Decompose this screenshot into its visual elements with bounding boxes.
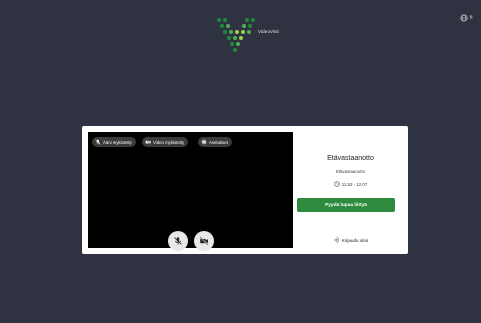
settings-label: Asetukset: [209, 139, 228, 145]
mic-off-icon: [174, 237, 182, 245]
toggle-camera-button[interactable]: [194, 231, 214, 251]
language-selector[interactable]: fi: [460, 14, 473, 22]
room-subtitle: Etävastaanotto: [335, 169, 366, 174]
video-muted-button[interactable]: Video mykistetty: [142, 137, 189, 147]
request-join-button[interactable]: Pyydä lupaa liittyä: [297, 198, 395, 212]
video-off-icon: [199, 236, 209, 246]
clock-icon: [334, 181, 340, 187]
appointment-time-text: 11.52 - 12.07: [341, 181, 368, 187]
globe-icon: [460, 14, 468, 22]
gear-icon: [201, 139, 207, 145]
video-preview: Ääni mykistetty Video mykistetty Asetuks…: [88, 132, 293, 251]
app-root: VideoVisit fi Ääni mykistetty Video myki…: [0, 0, 481, 323]
logo-mark-icon: [217, 18, 255, 52]
language-code: fi: [470, 15, 473, 21]
audio-muted-label: Ääni mykistetty: [103, 139, 132, 145]
room-info-panel: Etävastaanotto Etävastaanotto 11.52 - 12…: [293, 126, 408, 254]
toggle-microphone-button[interactable]: [168, 231, 188, 251]
logout-label: Kirjaudu ulos: [341, 237, 369, 243]
room-title: Etävastaanotto: [327, 155, 374, 162]
video-muted-label: Video mykistetty: [153, 139, 185, 145]
appointment-time: 11.52 - 12.07: [293, 181, 408, 187]
mic-off-icon: [95, 139, 101, 145]
logout-icon: [333, 237, 339, 243]
logo-text: VideoVisit: [258, 29, 279, 34]
waiting-room-card: Ääni mykistetty Video mykistetty Asetuks…: [82, 126, 408, 254]
logout-link[interactable]: Kirjaudu ulos: [293, 237, 408, 243]
videovisit-logo: VideoVisit: [216, 17, 286, 53]
video-off-icon: [145, 139, 151, 145]
audio-muted-button[interactable]: Ääni mykistetty: [92, 137, 136, 147]
settings-button[interactable]: Asetukset: [198, 137, 232, 147]
